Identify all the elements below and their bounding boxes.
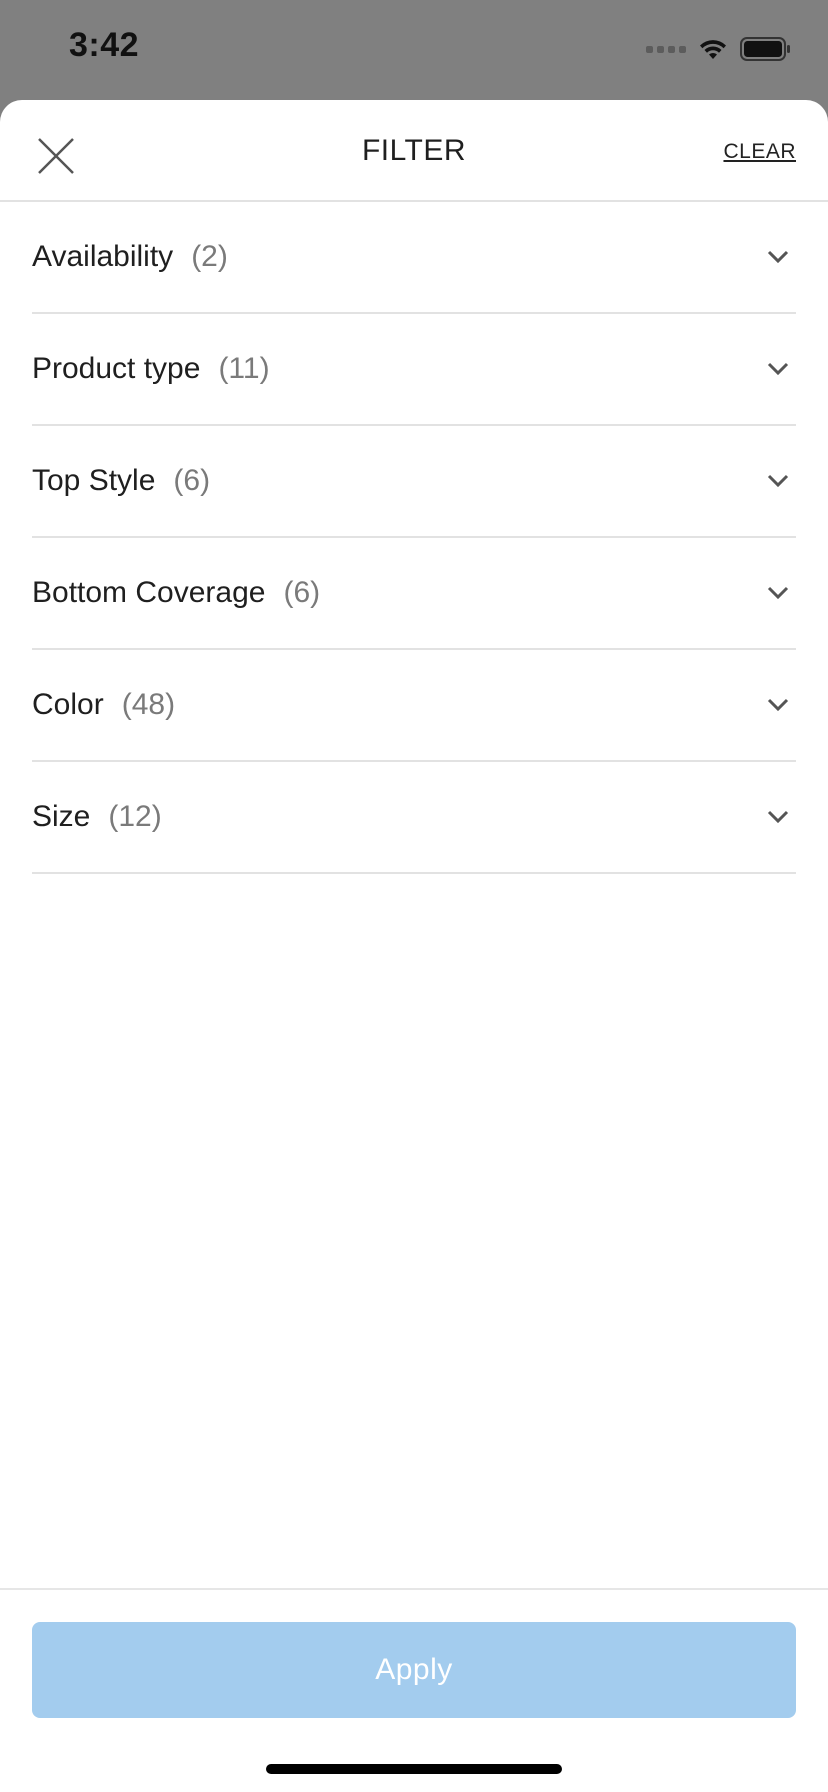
status-time: 3:42 bbox=[69, 26, 140, 64]
filter-count: (11) bbox=[218, 352, 270, 385]
sheet-header: FILTER CLEAR bbox=[0, 100, 828, 202]
filter-count: (6) bbox=[283, 576, 321, 609]
filter-count: (12) bbox=[108, 800, 162, 833]
filter-label: Size bbox=[32, 800, 91, 833]
status-icons bbox=[646, 36, 792, 62]
sheet-footer: Apply bbox=[0, 1588, 828, 1792]
chevron-down-icon bbox=[767, 362, 789, 376]
clear-button[interactable]: CLEAR bbox=[723, 140, 796, 164]
filter-label: Top Style bbox=[32, 464, 156, 497]
filter-color[interactable]: Color (48) bbox=[32, 650, 796, 762]
filter-label: Availability bbox=[32, 240, 174, 273]
chevron-down-icon bbox=[767, 698, 789, 712]
chevron-down-icon bbox=[767, 474, 789, 488]
filter-list: Availability (2) Product type (11) Top S… bbox=[32, 202, 796, 874]
battery-icon bbox=[740, 37, 790, 61]
page-title: FILTER bbox=[361, 134, 467, 167]
filter-product-type[interactable]: Product type (11) bbox=[32, 314, 796, 426]
filter-size[interactable]: Size (12) bbox=[32, 762, 796, 874]
filter-label: Product type bbox=[32, 352, 201, 385]
filter-label: Bottom Coverage bbox=[32, 576, 266, 609]
filter-bottom-coverage[interactable]: Bottom Coverage (6) bbox=[32, 538, 796, 650]
apply-button[interactable]: Apply bbox=[32, 1622, 796, 1718]
chevron-down-icon bbox=[767, 250, 789, 264]
chevron-down-icon bbox=[767, 810, 789, 824]
filter-count: (6) bbox=[173, 464, 211, 497]
cellular-signal-icon bbox=[646, 45, 686, 53]
wifi-icon bbox=[700, 40, 726, 59]
chevron-down-icon bbox=[767, 586, 789, 600]
status-bar: 3:42 bbox=[0, 0, 828, 100]
filter-count: (48) bbox=[121, 688, 176, 721]
home-indicator bbox=[266, 1764, 562, 1774]
filter-count: (2) bbox=[191, 240, 228, 273]
filter-top-style[interactable]: Top Style (6) bbox=[32, 426, 796, 538]
filter-availability[interactable]: Availability (2) bbox=[32, 202, 796, 314]
filter-label: Color bbox=[32, 688, 104, 721]
filter-sheet: FILTER CLEAR Availability (2) Product ty… bbox=[0, 100, 828, 1792]
